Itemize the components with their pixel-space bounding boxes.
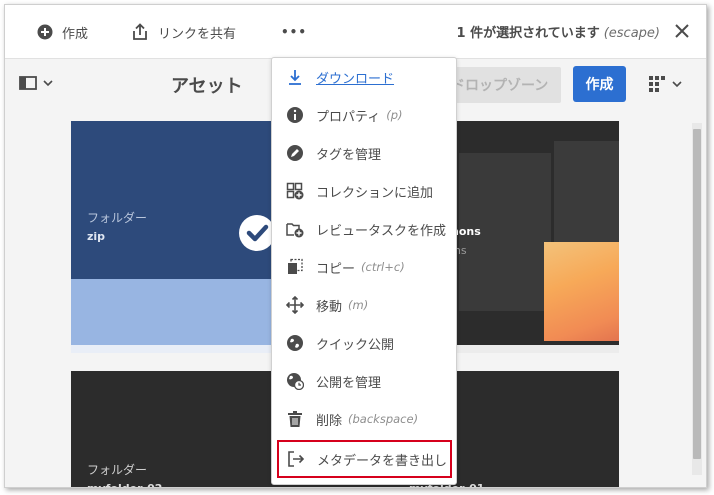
menu-item-label: 移動 — [316, 299, 343, 315]
menu-item-download[interactable]: ダウンロード — [272, 58, 456, 96]
menu-item-label: ダウンロード — [316, 71, 395, 87]
menu-item-label: メタデータを書き出し — [317, 453, 448, 469]
rail-panel-icon — [19, 76, 37, 90]
menu-item-add-to-collection[interactable]: コレクションに追加 — [272, 172, 456, 210]
menu-item-label: プロパティ — [316, 109, 381, 125]
selection-count: 1 件が選択されています (escape) — [457, 22, 660, 41]
more-actions-button[interactable]: ••• — [281, 21, 307, 43]
info-icon — [287, 107, 303, 123]
menu-item-shortcut: (p) — [386, 108, 403, 122]
page-title: アセット — [171, 76, 243, 97]
trash-icon — [288, 411, 302, 427]
create-action-label: 作成 — [62, 26, 89, 42]
menu-item-shortcut: (ctrl+c) — [361, 260, 405, 274]
card-view-icon — [649, 76, 665, 92]
menu-item-create-review-task[interactable]: レビュータスクを作成 — [272, 210, 456, 248]
view-switcher-button[interactable] — [648, 75, 682, 93]
card-type-label: フォルダー — [87, 463, 148, 477]
card-name: myfolder-02 — [87, 482, 162, 487]
move-icon — [286, 296, 304, 314]
tag-icon — [287, 145, 303, 161]
share-icon — [133, 23, 147, 40]
menu-item-properties[interactable]: プロパティ (p) — [272, 96, 456, 134]
create-button[interactable]: 作成 — [573, 66, 626, 102]
dropzone-button[interactable]: ドロップゾーン — [443, 67, 561, 103]
more-icon: ••• — [281, 25, 308, 39]
close-icon[interactable] — [674, 23, 690, 39]
menu-item-label: コピー — [316, 261, 356, 277]
vertical-scrollbar[interactable] — [692, 123, 702, 475]
menu-item-label: 削除 — [316, 413, 343, 429]
selection-action-bar: 作成 リンクを共有 ••• 1 件が選択されています (escape) — [5, 5, 706, 59]
menu-item-label: タグを管理 — [316, 147, 382, 163]
scrollbar-thumb[interactable] — [693, 129, 701, 459]
menu-item-label: 公開を管理 — [316, 375, 382, 391]
export-icon — [288, 451, 305, 467]
add-to-collection-icon — [286, 182, 304, 200]
globe-icon — [287, 335, 303, 351]
menu-item-delete[interactable]: 削除 (backspace) — [272, 400, 456, 438]
app-window: 作成 リンクを共有 ••• 1 件が選択されています (escape) アセット… — [4, 4, 707, 488]
selection-count-text: 1 件が選択されています — [456, 26, 600, 41]
globe-clock-icon — [287, 373, 304, 390]
menu-item-quick-publish[interactable]: クイック公開 — [272, 324, 456, 362]
escape-hint: (escape) — [603, 26, 660, 41]
add-circle-icon — [37, 24, 53, 40]
menu-item-move[interactable]: 移動 (m) — [272, 286, 456, 324]
chevron-down-icon — [672, 81, 682, 88]
copy-icon — [288, 258, 303, 274]
menu-item-label: クイック公開 — [316, 337, 395, 353]
menu-item-shortcut: (backspace) — [348, 412, 419, 426]
chevron-down-icon — [43, 80, 53, 87]
menu-item-manage-tags[interactable]: タグを管理 — [272, 134, 456, 172]
menu-item-export-metadata[interactable]: メタデータを書き出し — [277, 440, 452, 478]
menu-item-copy[interactable]: コピー (ctrl+c) — [272, 248, 456, 286]
download-icon — [289, 70, 301, 85]
menu-item-shortcut: (m) — [348, 298, 369, 312]
review-task-icon — [286, 223, 304, 238]
menu-item-label: レビュータスクを作成 — [316, 223, 447, 239]
create-action[interactable]: 作成 — [37, 21, 88, 43]
share-link-action[interactable]: リンクを共有 — [131, 21, 236, 43]
selected-check-icon[interactable] — [239, 215, 275, 251]
menu-item-label: コレクションに追加 — [316, 185, 434, 201]
menu-item-manage-publication[interactable]: 公開を管理 — [272, 362, 456, 400]
card-name: zip — [87, 230, 106, 243]
share-link-label: リンクを共有 — [158, 26, 237, 42]
image-thumbnail — [544, 242, 619, 341]
rail-toggle-button[interactable] — [19, 76, 53, 90]
more-actions-menu: ダウンロード プロパティ (p) タグを管理 コレクションに追加 レビュータスク… — [271, 57, 457, 485]
card-type-label: フォルダー — [87, 211, 148, 225]
